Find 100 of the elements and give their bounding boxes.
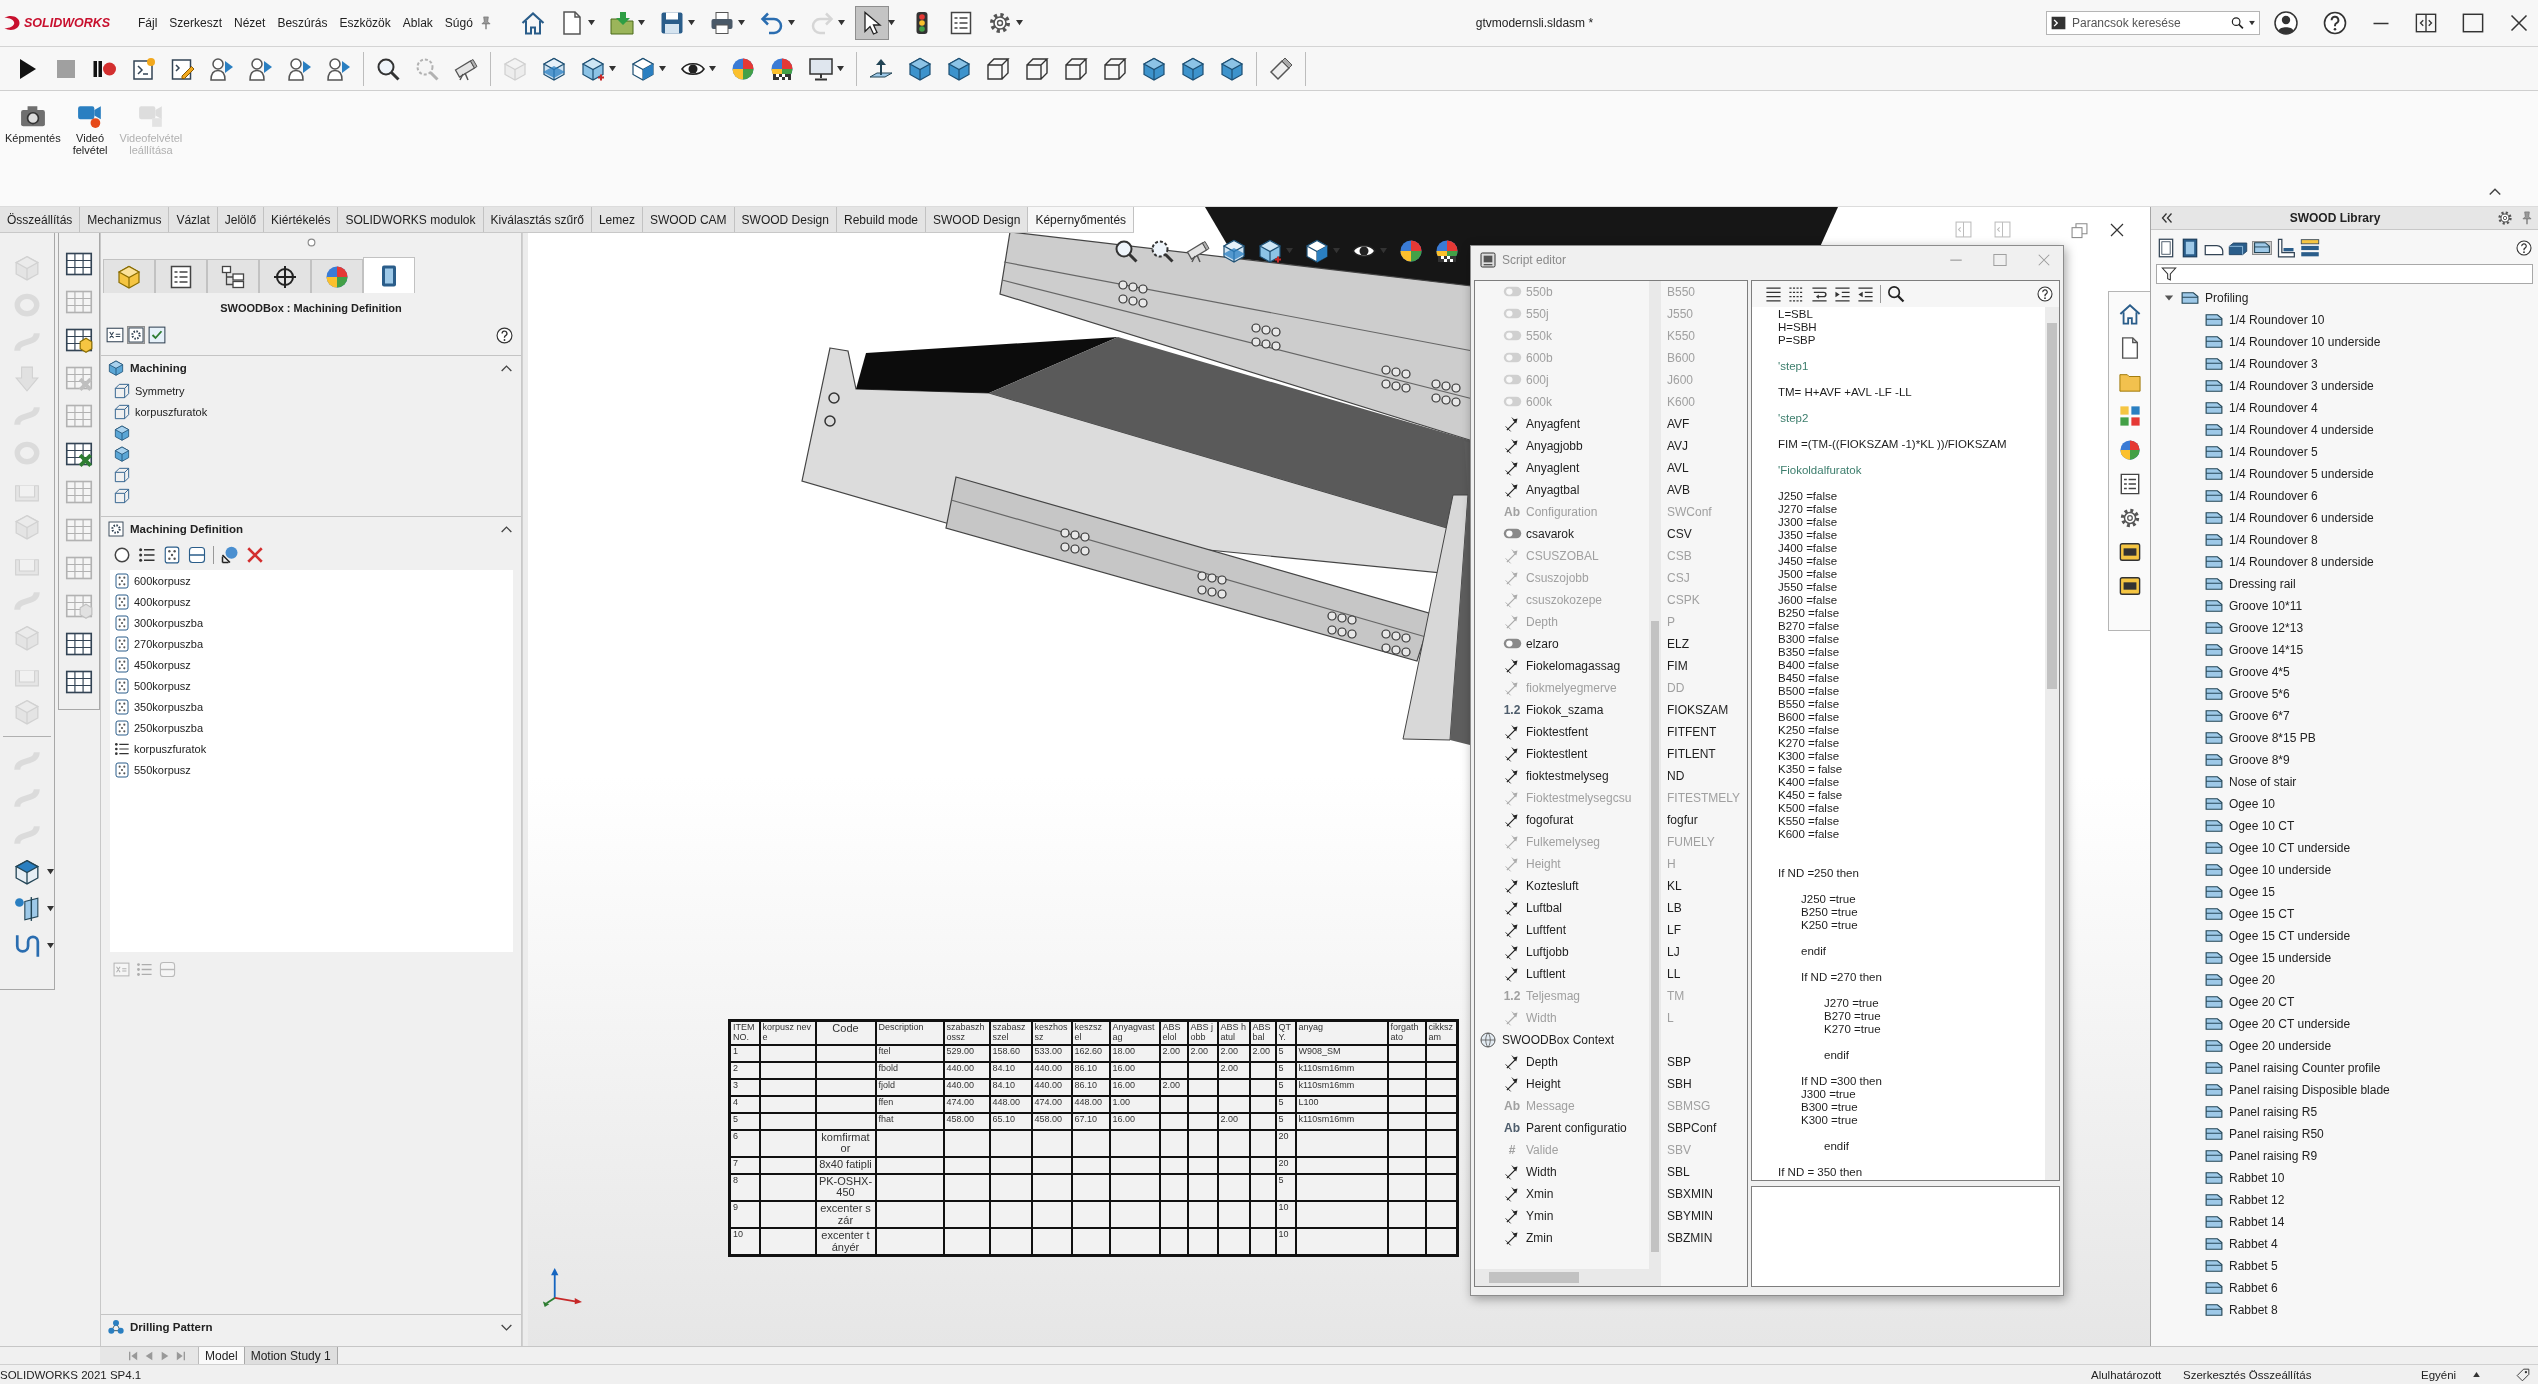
- code-line: J550 =false: [1778, 581, 1838, 594]
- variable-code: AVB: [1667, 483, 1691, 497]
- table-cell: W908_SM: [1298, 1045, 1341, 1056]
- type-symbol: 1.2: [1503, 703, 1521, 717]
- table-cell: 5: [1278, 1045, 1284, 1056]
- variable-code: CSB: [1667, 549, 1692, 563]
- version-text: SOLIDWORKS 2021 SP4.1: [0, 1368, 142, 1381]
- column-header: QTY.: [1278, 1022, 1291, 1042]
- column-header: ITEM NO.: [733, 1022, 755, 1042]
- code-line: K250 =true: [1801, 919, 1858, 932]
- table-cell: 440.00: [946, 1062, 975, 1073]
- variable-code: SBV: [1667, 1143, 1691, 1157]
- variable-code: L: [1667, 1011, 1674, 1025]
- table-cell: 448.00: [992, 1096, 1021, 1107]
- table-cell: 529.00: [946, 1045, 975, 1056]
- variable-code: J600: [1667, 373, 1694, 387]
- type-symbol: #: [1508, 1143, 1516, 1157]
- variable-code: LL: [1667, 967, 1681, 981]
- table-cell: 5: [1278, 1062, 1284, 1073]
- variable-code: AVL: [1667, 461, 1689, 475]
- variable-code: SBMSG: [1667, 1099, 1711, 1113]
- table-cell: 20: [1278, 1130, 1289, 1141]
- table-cell: 20: [1278, 1157, 1289, 1168]
- table-cell: komfirmator: [821, 1130, 870, 1155]
- variable-code: B550: [1667, 285, 1696, 299]
- code-line: B550 =false: [1778, 698, 1840, 711]
- table-cell: 2.00: [1220, 1045, 1239, 1056]
- code-line: H=SBH: [1778, 321, 1817, 334]
- variable-code: LJ: [1667, 945, 1680, 959]
- code-line: B600 =false: [1778, 711, 1840, 724]
- table-cell: k110sm16mm: [1298, 1113, 1355, 1124]
- variable-code: SBP: [1667, 1055, 1691, 1069]
- code-line: K250 =false: [1778, 724, 1840, 737]
- table-cell: 2.00: [1162, 1079, 1181, 1090]
- column-header: Code: [832, 1022, 859, 1034]
- type-symbol: 1.2: [1503, 989, 1521, 1003]
- code-line: endif: [1824, 1140, 1849, 1153]
- table-cell: 10: [1278, 1229, 1289, 1240]
- table-cell: 65.10: [992, 1113, 1016, 1124]
- variable-code: K550: [1667, 329, 1696, 343]
- table-cell: fhat: [878, 1113, 894, 1124]
- table-cell: 2.00: [1220, 1113, 1239, 1124]
- units-text: Egyéni: [2421, 1368, 2457, 1381]
- code-line: J350 =false: [1778, 529, 1838, 542]
- variable-code: P: [1667, 615, 1675, 629]
- type-symbol: Ab: [1504, 1099, 1520, 1113]
- variable-code: AVF: [1667, 417, 1690, 431]
- code-line: J300 =true: [1801, 1088, 1856, 1101]
- column-header: ABS jobb: [1190, 1022, 1213, 1042]
- variable-code: FITESTMELY: [1667, 791, 1741, 805]
- table-cell: 86.10: [1074, 1079, 1098, 1090]
- code-line: K350 = false: [1778, 763, 1843, 776]
- column-header: forgathato: [1390, 1022, 1419, 1042]
- variable-code: FITFENT: [1667, 725, 1717, 739]
- table-cell: 474.00: [946, 1096, 975, 1107]
- variable-code: fogfur: [1667, 813, 1698, 827]
- table-cell: 6: [733, 1130, 738, 1141]
- code-line: K300 =true: [1801, 1114, 1858, 1127]
- code-line: J270 =false: [1778, 503, 1838, 516]
- variable-code: FITLENT: [1667, 747, 1716, 761]
- table-cell: 2.00: [1190, 1045, 1209, 1056]
- variable-code: ND: [1667, 769, 1685, 783]
- table-cell: 3: [733, 1079, 738, 1090]
- table-cell: 10: [733, 1229, 743, 1240]
- variable-code: TM: [1667, 989, 1685, 1003]
- table-cell: k110sm16mm: [1298, 1079, 1355, 1090]
- variable-code: SBL: [1667, 1165, 1690, 1179]
- code-line: K270 =true: [1824, 1023, 1881, 1036]
- code-line: endif: [1824, 1049, 1849, 1062]
- code-line: B400 =false: [1778, 659, 1840, 672]
- variable-code: FIOKSZAM: [1667, 703, 1729, 717]
- code-line: K600 =false: [1778, 828, 1840, 841]
- code-line: K500 =false: [1778, 802, 1840, 815]
- variable-code: AVJ: [1667, 439, 1689, 453]
- table-cell: 458.00: [1034, 1113, 1063, 1124]
- code-line: J450 =false: [1778, 555, 1838, 568]
- variable-code: SBZMIN: [1667, 1231, 1713, 1245]
- code-line: J500 =false: [1778, 568, 1838, 581]
- table-cell: ftel: [878, 1045, 891, 1056]
- table-cell: 86.10: [1074, 1062, 1098, 1073]
- code-line: L=SBL: [1778, 308, 1813, 321]
- table-cell: 5: [1278, 1174, 1284, 1185]
- variable-code: FUMELY: [1667, 835, 1715, 849]
- code-line: J600 =false: [1778, 594, 1838, 607]
- table-cell: 67.10: [1074, 1113, 1098, 1124]
- document-title: gtvmodernsli.sldasm *: [1475, 16, 1594, 30]
- column-header: szabaszhossz: [946, 1022, 985, 1042]
- code-line: P=SBP: [1778, 334, 1816, 347]
- type-symbol: Ab: [1504, 1121, 1520, 1135]
- code-line: B270 =false: [1778, 620, 1840, 633]
- panel-title: SWOODBox : Machining Definition: [220, 302, 402, 314]
- variable-code: ELZ: [1667, 637, 1689, 651]
- table-cell: 16.00: [1112, 1079, 1136, 1090]
- table-cell: 16.00: [1112, 1062, 1136, 1073]
- code-line: B270 =true: [1824, 1010, 1881, 1023]
- code-line: B350 =false: [1778, 646, 1840, 659]
- table-cell: 9: [733, 1201, 738, 1212]
- table-cell: 16.00: [1112, 1113, 1136, 1124]
- table-cell: L100: [1298, 1096, 1319, 1107]
- table-cell: 8x40 fatipli: [819, 1157, 872, 1170]
